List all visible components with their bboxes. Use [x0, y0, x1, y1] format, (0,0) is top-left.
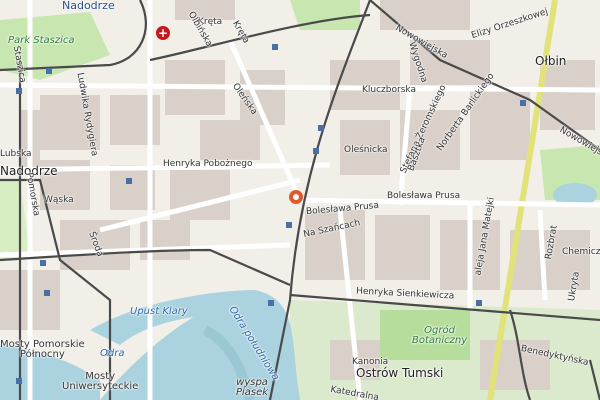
street-kanonia: Kanonia [352, 357, 389, 367]
street-chemiczna: Chemiczna [562, 247, 600, 257]
street-henryka-poboznego: Henryka Pobożnego [163, 159, 253, 169]
district-ostrow-tumski: Ostrów Tumski [356, 366, 444, 380]
district-olbin: Ołbin [535, 54, 567, 68]
odra-label: Odra [100, 348, 125, 359]
district-nadodrze-top: Nadodrze [62, 0, 115, 12]
park-staszica-label: Park Staszica [8, 35, 75, 46]
street-olesnicka: Oleśnicka [344, 145, 388, 155]
park-area [0, 180, 30, 260]
location-pin-icon[interactable] [289, 190, 303, 204]
street-lubska: Lubska [0, 149, 32, 159]
ogrod-botaniczny-label: Ogród Botaniczny [412, 325, 468, 346]
island-wyspa-piasek: wyspa Piasek [236, 377, 269, 398]
map-canvas[interactable]: Nadodrze Nadodrze Ołbin Ostrów Tumski Mo… [0, 0, 600, 400]
district-mosty-pomorskie: Mosty Pomorskie Północny [0, 339, 85, 360]
street-kluczborska: Kluczborska [362, 85, 416, 95]
street-waska: Wąska [44, 195, 74, 205]
street-boleslawa-prusa-2: Bolesława Prusa [387, 191, 461, 201]
hospital-icon[interactable]: + [156, 26, 170, 40]
upust-klary-label: Upust Klary [130, 306, 188, 317]
district-mosty-uniwersyteckie: Mosty Uniwersyteckie [62, 371, 139, 392]
